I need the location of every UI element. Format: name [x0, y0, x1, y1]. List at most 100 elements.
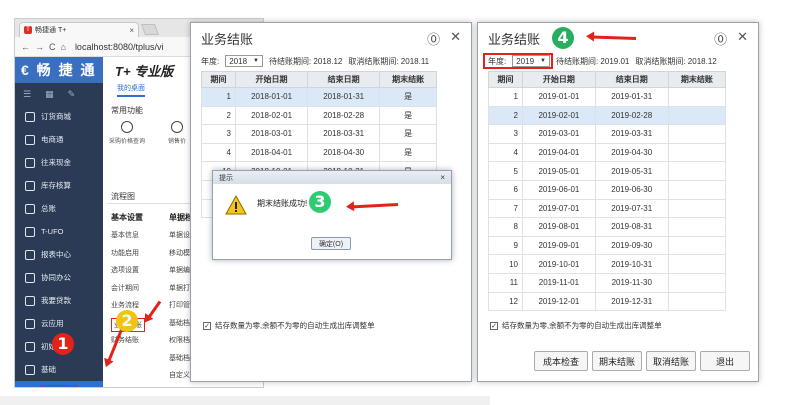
close-tab-icon[interactable]: × [129, 26, 134, 35]
table-row[interactable]: 7 2019-07-01 2019-07-31 [488, 198, 727, 219]
favicon-icon: T [24, 26, 32, 34]
edit-icon[interactable]: ✎ [68, 89, 76, 100]
common-fn-purchase-price[interactable]: 采购价格查询 [107, 121, 147, 145]
sidebar-item[interactable]: 报表中心 [15, 243, 103, 266]
table-row[interactable]: 3 2019-03-01 2019-03-31 [488, 124, 727, 144]
system-icon [25, 388, 35, 389]
url-field[interactable]: localhost:8080/tplus/vi [75, 42, 164, 52]
step-4-marker: 4 [552, 27, 574, 49]
browser-tab[interactable]: T 畅捷通 T+ × [19, 22, 139, 37]
table-row[interactable]: 4 2018-04-01 2018-04-30 是 [201, 142, 437, 163]
close-icon[interactable]: × [440, 173, 445, 182]
product-name: T+ 专业版 [115, 64, 174, 79]
table-cell: 2018-01-31 [307, 87, 381, 107]
sidebar-item[interactable]: 电商通 [15, 128, 103, 151]
sidebar-item-label: 订货商城 [41, 112, 71, 121]
auto-adjust-option[interactable]: ✓ 结存数量为零,余额不为零的自动生成出库调整单 [203, 320, 375, 331]
column-header: 期末结账 [379, 71, 437, 88]
table-cell: 2019-08-01 [522, 217, 596, 237]
table-row[interactable]: 9 2019-09-01 2019-09-30 [488, 235, 727, 256]
sidebar-item[interactable]: 往来现金 [15, 151, 103, 174]
ecommerce-icon [25, 134, 35, 145]
sidebar-item[interactable]: 订货商城 [15, 105, 103, 128]
flow-link[interactable]: 打印管 [169, 300, 190, 310]
table-row[interactable]: 10 2019-10-01 2019-10-31 [488, 254, 727, 274]
reload-icon[interactable]: C [49, 42, 56, 52]
table-cell: 2 [488, 105, 523, 126]
grid-icon[interactable]: ▦ [45, 89, 54, 100]
table-row[interactable]: 3 2018-03-01 2018-03-31 是 [201, 124, 437, 144]
flow-link[interactable]: 业务流程 [111, 300, 139, 310]
flow-link[interactable]: 单据设 [169, 230, 190, 240]
flow-link[interactable]: 基本信息 [111, 230, 139, 240]
table-row[interactable]: 2 2018-02-01 2018-02-28 是 [201, 105, 437, 126]
table-row[interactable]: 8 2019-08-01 2019-08-31 [488, 217, 727, 237]
table-row[interactable]: 5 2019-05-01 2019-05-31 [488, 161, 727, 181]
tab-my-desktop[interactable]: 我的桌面 [117, 83, 145, 97]
table-row[interactable]: 12 2019-12-01 2019-12-31 [488, 291, 727, 312]
column-header: 期末结账 [667, 71, 727, 88]
flow-link[interactable]: 自定义 [169, 370, 190, 380]
table-cell: 4 [488, 142, 523, 163]
flow-link[interactable]: 移动模 [169, 248, 190, 258]
new-tab-button[interactable] [140, 24, 160, 35]
year-row: 年度: 2018 ▼ 待结账期间: 2018.12 取消结账期间: 2018.1… [201, 55, 430, 67]
cost-check-button[interactable]: 成本检查 [534, 351, 588, 371]
flow-link[interactable]: 功能启用 [111, 248, 139, 258]
inventory-icon [25, 180, 35, 191]
flow-link[interactable]: 会计期间 [111, 283, 139, 293]
sidebar-item[interactable]: 系统管理 [15, 381, 103, 389]
table-cell: 2018-04-30 [307, 142, 381, 163]
sidebar-item-label: 库存核算 [41, 181, 71, 190]
sidebar-item[interactable]: 协同办公 [15, 266, 103, 289]
close-icon[interactable]: ✕ [450, 29, 461, 48]
table-row[interactable]: 2 2019-02-01 2019-02-28 [488, 105, 727, 126]
flowchart-title: 流程图 [111, 192, 135, 201]
table-cell: 2018-03-31 [307, 124, 381, 144]
period-end-close-button[interactable]: 期末结账 [592, 351, 642, 371]
flow-link[interactable]: 单据打 [169, 283, 190, 293]
auto-adjust-option[interactable]: ✓ 结存数量为零,余额不为零的自动生成出库调整单 [490, 320, 662, 331]
table-cell: 1 [201, 87, 236, 107]
table-row[interactable]: 6 2019-06-01 2019-06-30 [488, 179, 727, 200]
table-cell: 是 [379, 105, 437, 126]
init-icon [25, 341, 35, 352]
menu-icon[interactable]: ☰ [23, 89, 31, 100]
table-cell: 2019-03-01 [522, 124, 596, 144]
table-cell: 2019-08-31 [594, 217, 669, 237]
table-row[interactable]: 1 2019-01-01 2019-01-31 [488, 87, 727, 107]
sidebar-item[interactable]: T-UFO [15, 220, 103, 243]
ok-button[interactable]: 确定(O) [311, 237, 351, 250]
checkbox-checked-icon[interactable]: ✓ [203, 321, 211, 330]
help-icon[interactable]: ⓪ [427, 29, 440, 48]
sidebar-item[interactable]: 云应用 [15, 312, 103, 335]
flow-link[interactable]: 基础档 [169, 353, 190, 363]
flow-link[interactable]: 选项设置 [111, 265, 139, 275]
flow-link[interactable]: 权限档 [169, 335, 190, 345]
step-1-marker: 1 [52, 333, 74, 355]
sidebar-item[interactable]: 总账 [15, 197, 103, 220]
exit-button[interactable]: 退出 [700, 351, 750, 371]
flow-link[interactable]: 单据编 [169, 265, 190, 275]
store-icon [25, 111, 35, 122]
back-icon[interactable]: ← [21, 42, 30, 52]
table-row[interactable]: 1 2018-01-01 2018-01-31 是 [201, 87, 437, 107]
sidebar-item[interactable]: 库存核算 [15, 174, 103, 197]
sidebar-item[interactable]: 基础 [15, 358, 103, 381]
flow-link[interactable]: 基础档 [169, 318, 190, 328]
close-icon[interactable]: ✕ [737, 29, 748, 48]
table-row[interactable]: 4 2019-04-01 2019-04-30 [488, 142, 727, 163]
cancel-close-button[interactable]: 取消结账 [646, 351, 696, 371]
forward-icon[interactable]: → [35, 42, 44, 52]
cancel-period: 取消结账期间: 2018.11 [348, 56, 430, 66]
sidebar-item[interactable]: 我要贷款 [15, 289, 103, 312]
home-icon[interactable]: ⌂ [61, 42, 66, 52]
sidebar-item-label: 电商通 [41, 135, 64, 144]
help-icon[interactable]: ⓪ [714, 29, 727, 48]
table-cell: 2019-09-30 [594, 235, 669, 256]
column-header: 期间 [201, 71, 236, 88]
table-row[interactable]: 11 2019-11-01 2019-11-30 [488, 272, 727, 293]
browser-tab-title: 畅捷通 T+ [35, 27, 67, 34]
checkbox-checked-icon[interactable]: ✓ [490, 321, 498, 330]
year-select[interactable]: 2018 ▼ [225, 55, 263, 67]
